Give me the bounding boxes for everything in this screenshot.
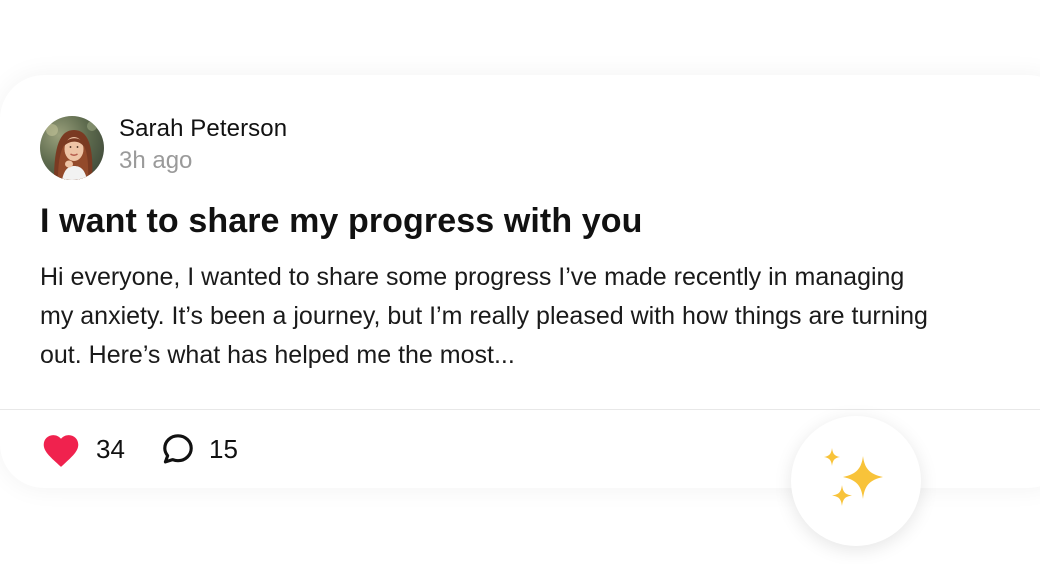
like-button[interactable]: 34 <box>40 427 125 471</box>
like-count: 34 <box>96 433 125 464</box>
divider <box>0 409 1040 410</box>
heart-icon <box>43 435 79 467</box>
post-timestamp: 3h ago <box>119 147 193 174</box>
avatar-photo <box>40 116 104 180</box>
post-body[interactable]: Hi everyone, I wanted to share some prog… <box>40 258 940 375</box>
feed-view: Sarah Peterson 3h ago I want to share my… <box>0 0 1040 564</box>
comment-button[interactable]: 15 <box>160 427 238 471</box>
sparkles-icon <box>824 448 883 506</box>
author-avatar[interactable] <box>40 116 104 180</box>
author-name[interactable]: Sarah Peterson <box>119 115 287 143</box>
sparkles-button[interactable] <box>791 416 921 546</box>
comment-count: 15 <box>209 433 238 464</box>
post-title[interactable]: I want to share my progress with you <box>40 202 643 241</box>
speech-bubble-icon <box>163 434 193 464</box>
